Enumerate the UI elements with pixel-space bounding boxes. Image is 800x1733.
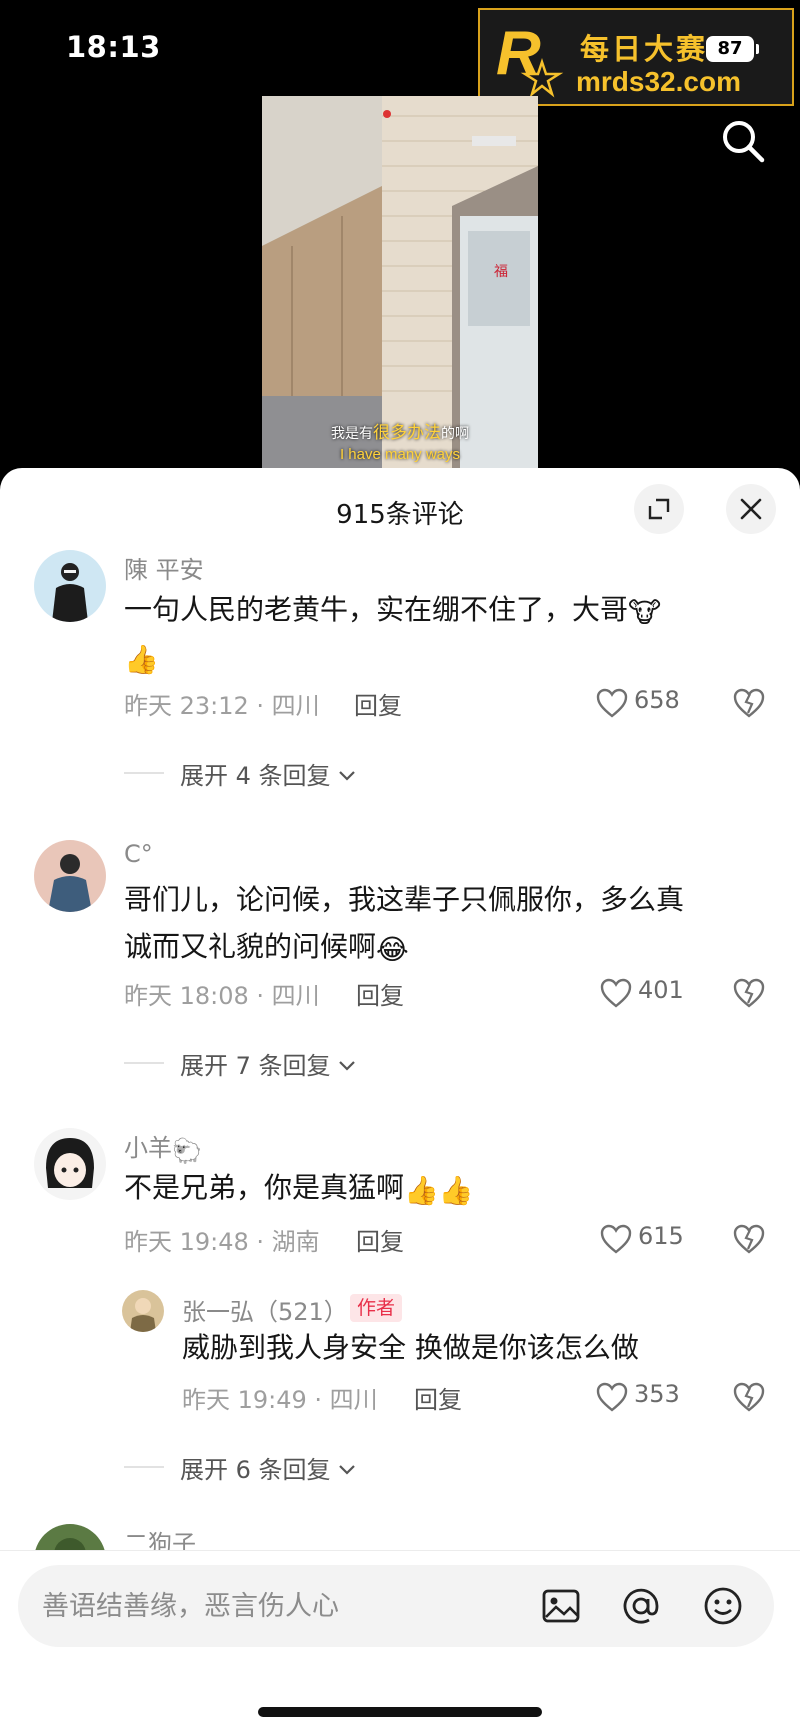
search-icon[interactable] (718, 116, 768, 166)
watermark-name: 每日大赛 (580, 32, 709, 66)
expand-icon (648, 498, 670, 520)
dislike-icon[interactable] (732, 1222, 766, 1256)
commenter-name[interactable]: 小羊🐑 (124, 1128, 202, 1163)
avatar[interactable] (34, 550, 106, 622)
expand-button[interactable] (634, 484, 684, 534)
video-thumbnail[interactable]: 福 我是有很多办法的啊 I have many ways (262, 96, 538, 480)
image-icon[interactable] (540, 1585, 582, 1627)
laughing-emoji: 😂 (376, 933, 409, 966)
watermark-url: mrds32.com (576, 66, 741, 97)
thumbs-up-emoji: 👍 (124, 643, 159, 676)
comment-input-bar[interactable] (18, 1565, 774, 1647)
reply-meta: 昨天 19:49 · 四川 (182, 1386, 378, 1414)
commenter-name[interactable]: 陳 平安 (124, 550, 204, 585)
like-button[interactable]: 401 (600, 976, 700, 1010)
svg-text:福: 福 (494, 264, 508, 280)
video-subtitle: I have many ways (339, 446, 461, 463)
like-button[interactable]: 658 (596, 686, 696, 720)
heart-icon (596, 688, 628, 718)
video-area[interactable]: 18:13 R 每日大赛 mrds32.com 87 福 我是有很多办法的啊 I… (0, 0, 800, 480)
video-caption: 我是有很多办法的啊 (331, 423, 469, 443)
comment-text: 哥们儿，论问候，我这辈子只佩服你，多么真 诚而又礼貌的问候啊😂 (124, 883, 685, 966)
reply-text: 威胁到我人身安全 换做是你该怎么做 (182, 1331, 639, 1364)
like-count: 615 (638, 1222, 684, 1250)
avatar[interactable] (34, 1128, 106, 1200)
sheep-emoji: 🐑 (172, 1137, 202, 1165)
like-button[interactable]: 353 (596, 1380, 696, 1414)
chevron-down-icon (339, 1061, 355, 1071)
mention-icon[interactable] (620, 1585, 662, 1627)
like-count: 401 (638, 976, 684, 1004)
reply-author-name[interactable]: 张一弘（521） (182, 1292, 348, 1327)
reply-button[interactable]: 回复 (356, 1222, 404, 1257)
thumbs-up-emoji: 👍👍 (404, 1174, 474, 1207)
battery-indicator: 87 (706, 36, 759, 62)
dislike-icon[interactable] (732, 1380, 766, 1414)
close-icon (740, 498, 762, 520)
cow-emoji: 🐮 (628, 596, 662, 629)
close-button[interactable] (726, 484, 776, 534)
dislike-icon[interactable] (732, 976, 766, 1010)
chevron-down-icon (339, 1465, 355, 1475)
reply-button[interactable]: 回复 (414, 1380, 462, 1415)
like-count: 658 (634, 686, 680, 714)
comments-sheet[interactable]: 915条评论 陳 平安 一句人民的老黄牛，实在绷不住了，大哥🐮 👍 昨天 23: (0, 468, 800, 1733)
comment-meta: 昨天 18:08 · 四川 (124, 982, 320, 1010)
emoji-icon[interactable] (702, 1585, 744, 1627)
comment-meta: 昨天 19:48 · 湖南 (124, 1228, 320, 1256)
heart-icon (596, 1382, 628, 1412)
comment-text: 不是兄弟，你是真猛啊👍👍 (124, 1171, 474, 1207)
like-count: 353 (634, 1380, 680, 1408)
comment-input[interactable] (42, 1565, 522, 1647)
heart-icon (600, 978, 632, 1008)
home-indicator[interactable] (258, 1707, 542, 1717)
avatar[interactable] (34, 840, 106, 912)
dislike-icon[interactable] (732, 686, 766, 720)
reply-avatar[interactable] (122, 1290, 164, 1332)
comment-meta: 昨天 23:12 · 四川 (124, 692, 320, 720)
reply-button[interactable]: 回复 (356, 976, 404, 1011)
author-badge: 作者 (350, 1294, 403, 1322)
commenter-name[interactable]: C° (124, 840, 153, 868)
status-time: 18:13 (66, 30, 161, 64)
watermark-logo: R (496, 19, 564, 98)
reply-button[interactable]: 回复 (354, 686, 402, 721)
svg-text:R: R (496, 19, 541, 88)
comment-text: 一句人民的老黄牛，实在绷不住了，大哥🐮 👍 (124, 593, 662, 676)
chevron-down-icon (339, 771, 355, 781)
heart-icon (600, 1224, 632, 1254)
like-button[interactable]: 615 (600, 1222, 700, 1256)
